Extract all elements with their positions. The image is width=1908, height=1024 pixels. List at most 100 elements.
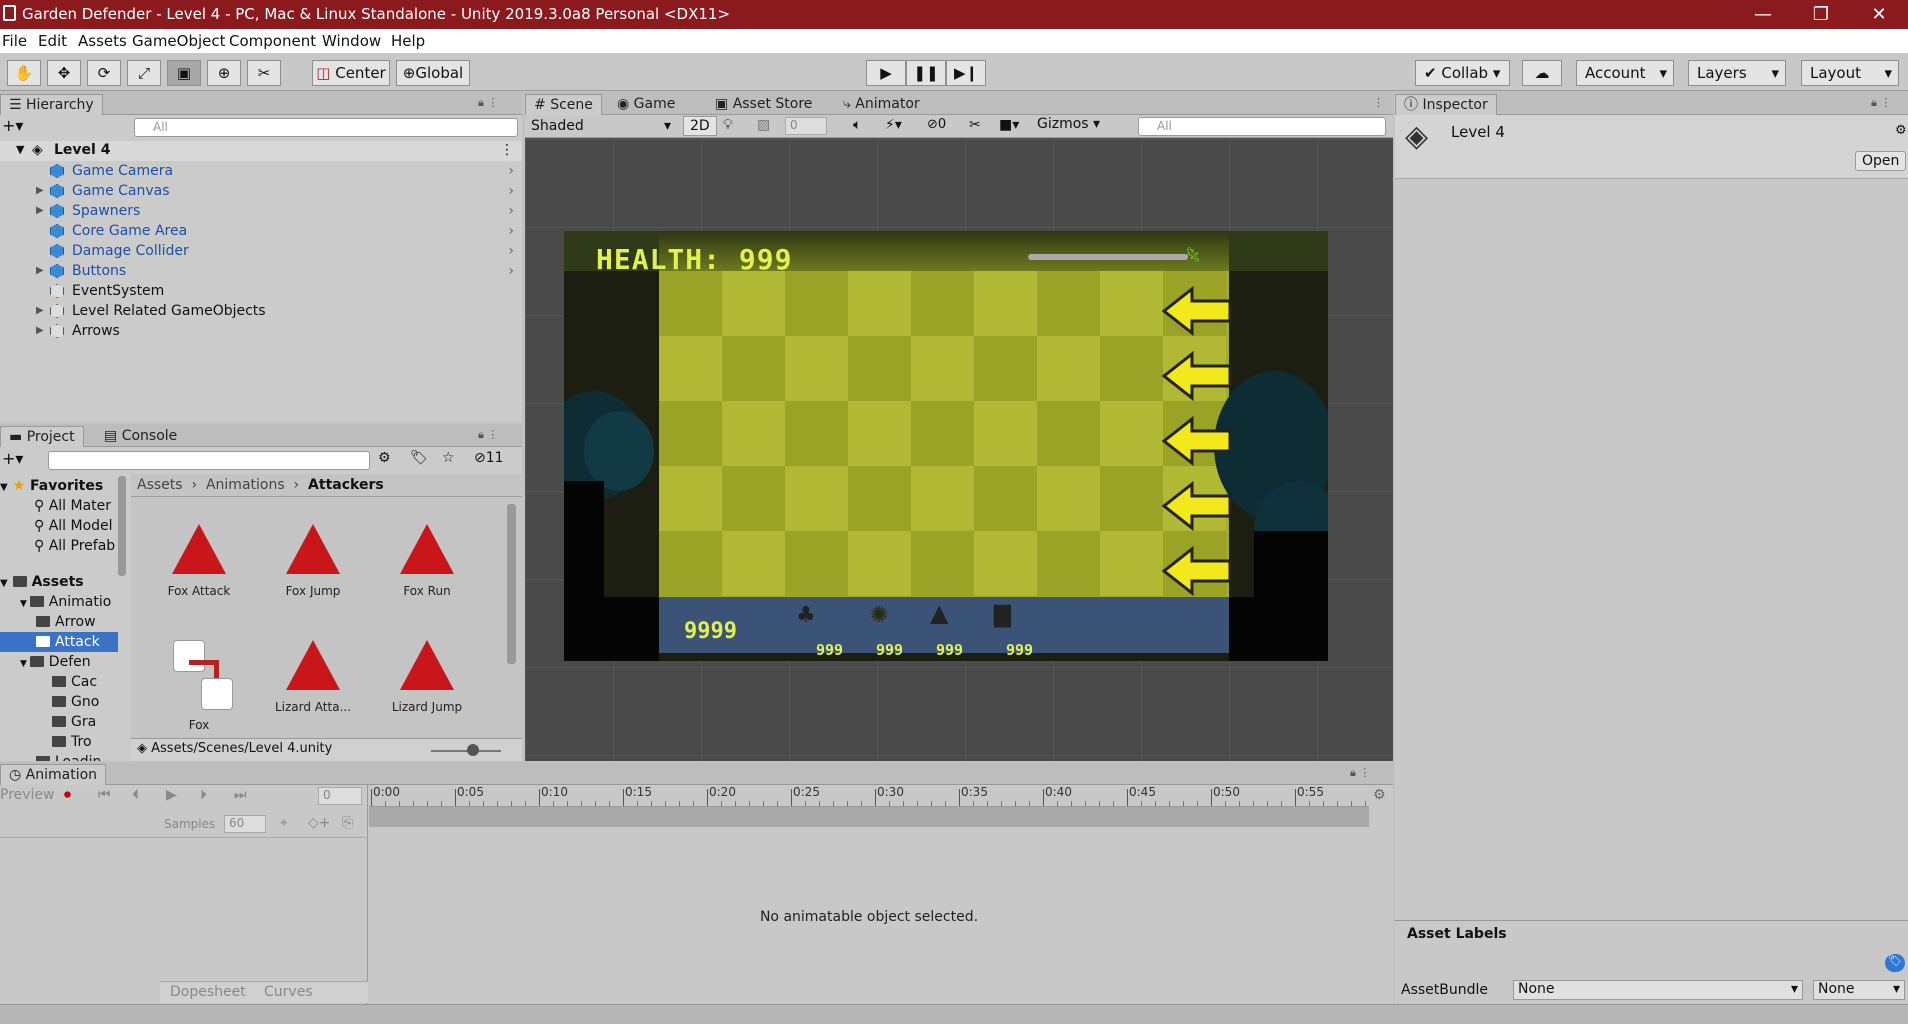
pivot-center-button[interactable]: ◫ Center	[312, 60, 390, 86]
hierarchy-item[interactable]: Core Game Area ›	[0, 221, 522, 241]
tab-asset-store[interactable]: ▣ Asset Store	[707, 94, 820, 115]
menu-window[interactable]: Window	[322, 32, 381, 50]
gnome-defender-icon[interactable]: ▲	[930, 599, 948, 627]
slider-handle[interactable]	[467, 744, 479, 756]
gizmos-dropdown[interactable]: Gizmos ▾	[1037, 116, 1100, 132]
camera-icon[interactable]: ■▾	[999, 117, 1019, 133]
timeline-settings-icon[interactable]: ⚙	[1373, 787, 1386, 803]
keyframe-filter-icon[interactable]: ⌖	[280, 815, 288, 831]
scene-menu-icon[interactable]: ⋮	[500, 142, 514, 158]
expand-arrow-icon[interactable]: ▶	[36, 321, 44, 341]
lawn-tile[interactable]	[785, 466, 848, 531]
tab-animator[interactable]: ⤷ Animator	[835, 94, 928, 115]
lawn-tile[interactable]	[911, 336, 974, 401]
pause-button[interactable]: ❚❚	[906, 60, 946, 86]
curves-tab[interactable]: Curves	[264, 984, 313, 1000]
lawn-tile[interactable]	[911, 531, 974, 596]
lawn-tile[interactable]	[848, 401, 911, 466]
add-keyframe-icon[interactable]: ◇+	[308, 815, 331, 831]
trophy-defender-icon[interactable]: ✺	[870, 603, 888, 628]
open-prefab-icon[interactable]: ›	[508, 261, 514, 281]
menu-assets[interactable]: Assets	[78, 32, 127, 50]
assets-root-row[interactable]: ▼ Assets	[0, 572, 84, 592]
lawn-tile[interactable]	[785, 271, 848, 336]
hierarchy-item[interactable]: ▶ Game Canvas ›	[0, 181, 522, 201]
icon-size-slider[interactable]	[431, 750, 501, 752]
favorites-item[interactable]: ⚲ All Mater	[34, 496, 111, 516]
lawn-tile[interactable]	[848, 531, 911, 596]
lawn-tile[interactable]	[722, 271, 785, 336]
hierarchy-item[interactable]: ▶ Buttons ›	[0, 261, 522, 281]
asset-fox-controller[interactable]: Fox	[149, 638, 249, 732]
asset-fox-attack[interactable]: Fox Attack	[149, 524, 249, 598]
asset-lizard-jump[interactable]: Lizard Jump	[377, 640, 477, 714]
hidden-objects-toggle[interactable]: ⊘0	[927, 117, 946, 132]
favorites-item[interactable]: ⚲ All Prefab	[34, 536, 115, 556]
lawn-tile[interactable]	[659, 466, 722, 531]
asset-fox-jump[interactable]: Fox Jump	[263, 524, 363, 598]
breadcrumb-animations[interactable]: Animations	[206, 477, 285, 493]
asset-tree-item[interactable]: Arrow	[0, 612, 118, 632]
transform-tool-icon[interactable]: ⊕	[207, 60, 241, 86]
scale-tool-icon[interactable]: ⤢	[127, 60, 161, 86]
layout-dropdown[interactable]: Layout ▾	[1801, 60, 1899, 86]
layers-dropdown[interactable]: Layers ▾	[1688, 60, 1786, 86]
expand-arrow-icon[interactable]: ▼	[16, 143, 24, 156]
lawn-tile[interactable]	[974, 336, 1037, 401]
game-view-render[interactable]: HEALTH: 999 🦎︎ 9999 ♣ ✺ ▲ ▇ 999 999 999 …	[564, 231, 1328, 661]
hierarchy-item[interactable]: ▶ Arrows	[0, 321, 522, 341]
lawn-tile[interactable]	[1037, 271, 1100, 336]
audio-icon[interactable]: 🔈︎	[853, 117, 861, 133]
open-button[interactable]: Open	[1855, 151, 1907, 171]
tree-scrollbar[interactable]	[118, 476, 126, 576]
asset-tree-item[interactable]: Cac	[0, 672, 118, 692]
lawn-tile[interactable]	[911, 466, 974, 531]
menu-gameobject[interactable]: GameObject	[132, 32, 226, 50]
lawn-tile[interactable]	[1037, 531, 1100, 596]
asset-tree-item[interactable]: Tro	[0, 732, 118, 752]
rotate-tool-icon[interactable]: ⟳	[87, 60, 121, 86]
scene-row[interactable]: ▼ ◈ Level 4 ⋮	[0, 141, 522, 161]
open-prefab-icon[interactable]: ›	[508, 241, 514, 261]
asset-tree-item[interactable]: Loadin	[0, 752, 118, 761]
account-dropdown[interactable]: Account ▾	[1576, 60, 1674, 86]
scene-menu-icon[interactable]: ⋮	[1373, 96, 1384, 109]
add-event-icon[interactable]: ⎘	[342, 815, 353, 831]
lawn-tile[interactable]	[911, 271, 974, 336]
lawn-tile[interactable]	[1037, 466, 1100, 531]
play-button[interactable]: ▶	[866, 60, 906, 86]
lighting-icon[interactable]: 💡︎	[723, 117, 733, 133]
tab-hierarchy[interactable]: ☰ Hierarchy	[0, 94, 103, 115]
lawn-tile[interactable]	[1100, 336, 1163, 401]
lawn-tile[interactable]	[659, 336, 722, 401]
lawn-tile[interactable]	[974, 466, 1037, 531]
asset-tree-item[interactable]: Attack	[0, 632, 118, 652]
project-lock-icon[interactable]: 🔒︎ ⋮	[478, 428, 498, 442]
move-tool-icon[interactable]: ✥	[47, 60, 81, 86]
lawn-tile[interactable]	[1100, 466, 1163, 531]
lawn-tile[interactable]	[848, 466, 911, 531]
tab-scene[interactable]: # Scene	[525, 94, 602, 115]
shading-dropdown[interactable]: Shaded ▾	[527, 116, 675, 136]
lawn-tile[interactable]	[1037, 336, 1100, 401]
cloud-icon[interactable]: ☁	[1522, 60, 1562, 86]
lawn-tile[interactable]	[722, 401, 785, 466]
lock-icon[interactable]: 🔒︎ ⋮	[478, 96, 498, 110]
lawn-tile[interactable]	[785, 401, 848, 466]
open-prefab-icon[interactable]: ›	[508, 221, 514, 241]
lawn-tile[interactable]	[722, 466, 785, 531]
step-button[interactable]: ▶❙	[946, 60, 986, 86]
lawn-tile[interactable]	[974, 271, 1037, 336]
lawn-tile[interactable]	[848, 336, 911, 401]
label-tag-icon[interactable]: 🏷︎	[1885, 954, 1905, 972]
lawn-tile[interactable]	[785, 336, 848, 401]
hierarchy-item[interactable]: EventSystem	[0, 281, 522, 301]
custom-tool-icon[interactable]: ✂	[247, 60, 281, 86]
image-icon[interactable]: ▨	[757, 117, 770, 133]
dopesheet-tab[interactable]: Dopesheet	[170, 984, 246, 1000]
collab-dropdown[interactable]: ✔ Collab ▾	[1415, 60, 1510, 86]
lawn-tile[interactable]	[1100, 531, 1163, 596]
lawn-tile[interactable]	[974, 401, 1037, 466]
expand-arrow-icon[interactable]: ▶	[36, 261, 44, 281]
hierarchy-search-input[interactable]: All	[134, 118, 518, 137]
